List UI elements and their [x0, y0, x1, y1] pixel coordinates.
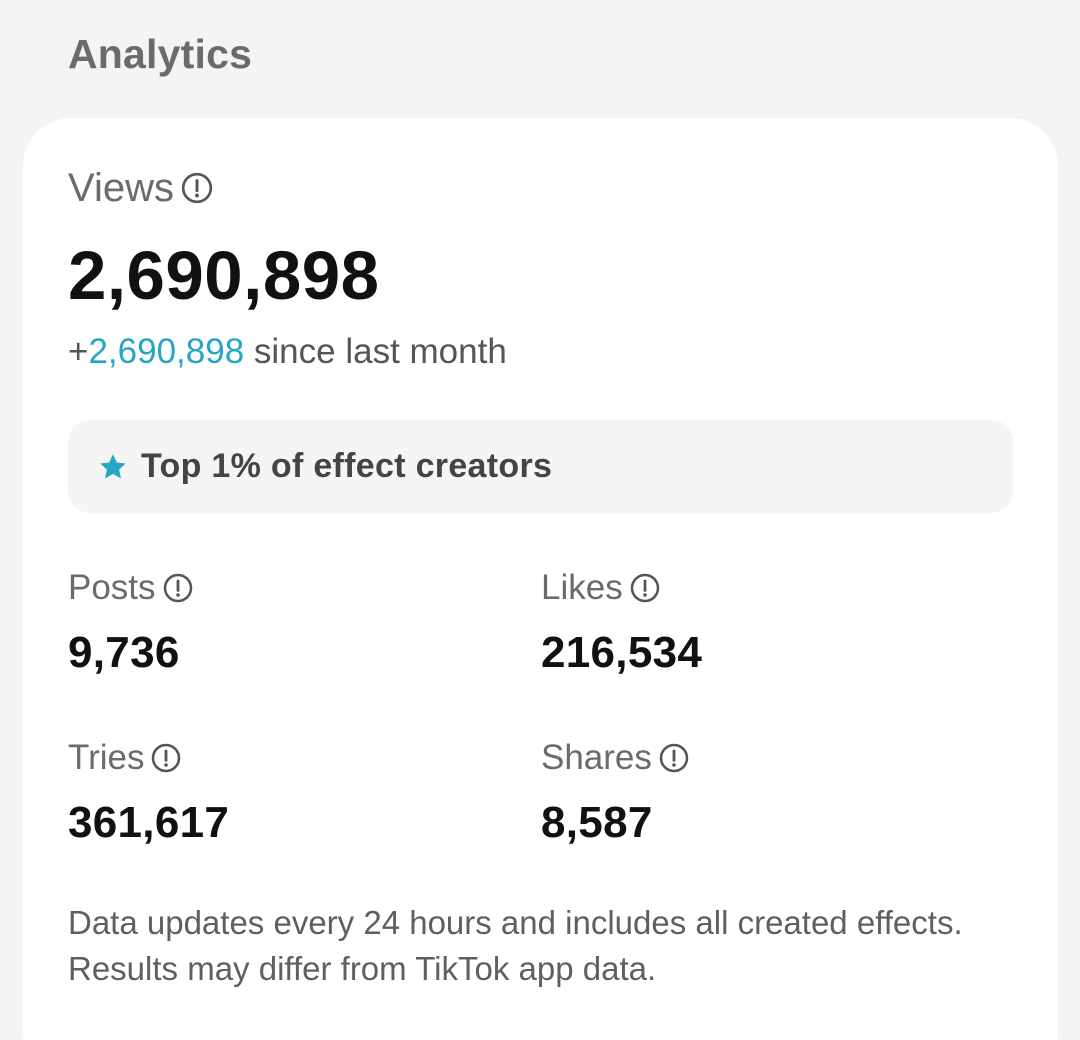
ranking-badge: Top 1% of effect creators	[68, 420, 1013, 513]
change-suffix: since last month	[244, 332, 507, 371]
data-update-note: Data updates every 24 hours and includes…	[68, 904, 963, 987]
views-label-row: Views	[68, 166, 214, 210]
info-icon[interactable]	[150, 742, 182, 774]
info-icon[interactable]	[629, 572, 661, 604]
views-change: +2,690,898 since last month	[68, 330, 507, 374]
change-prefix: +	[68, 332, 89, 371]
posts-value: 9,736	[68, 628, 180, 677]
likes-label-row: Likes	[541, 566, 661, 610]
info-icon[interactable]	[162, 572, 194, 604]
change-value: 2,690,898	[88, 332, 245, 371]
views-label: Views	[68, 166, 174, 210]
info-icon[interactable]	[180, 171, 214, 205]
star-icon	[100, 453, 126, 478]
likes-label: Likes	[541, 568, 623, 607]
page-title: Analytics	[68, 31, 253, 77]
info-icon[interactable]	[658, 742, 690, 774]
shares-label: Shares	[541, 738, 652, 777]
analytics-screen: Analytics Views 2,690,898 +2,690,898 sin…	[0, 0, 1080, 1040]
shares-value: 8,587	[541, 798, 653, 847]
analytics-card: Views 2,690,898 +2,690,898 since last mo…	[23, 118, 1058, 1040]
tries-label: Tries	[68, 738, 145, 777]
shares-label-row: Shares	[541, 736, 690, 780]
posts-label-row: Posts	[68, 566, 194, 610]
tries-label-row: Tries	[68, 736, 182, 780]
views-value: 2,690,898	[68, 237, 380, 314]
likes-value: 216,534	[541, 628, 703, 677]
tries-value: 361,617	[68, 798, 230, 847]
posts-label: Posts	[68, 568, 156, 607]
badge-text: Top 1% of effect creators	[141, 447, 553, 485]
